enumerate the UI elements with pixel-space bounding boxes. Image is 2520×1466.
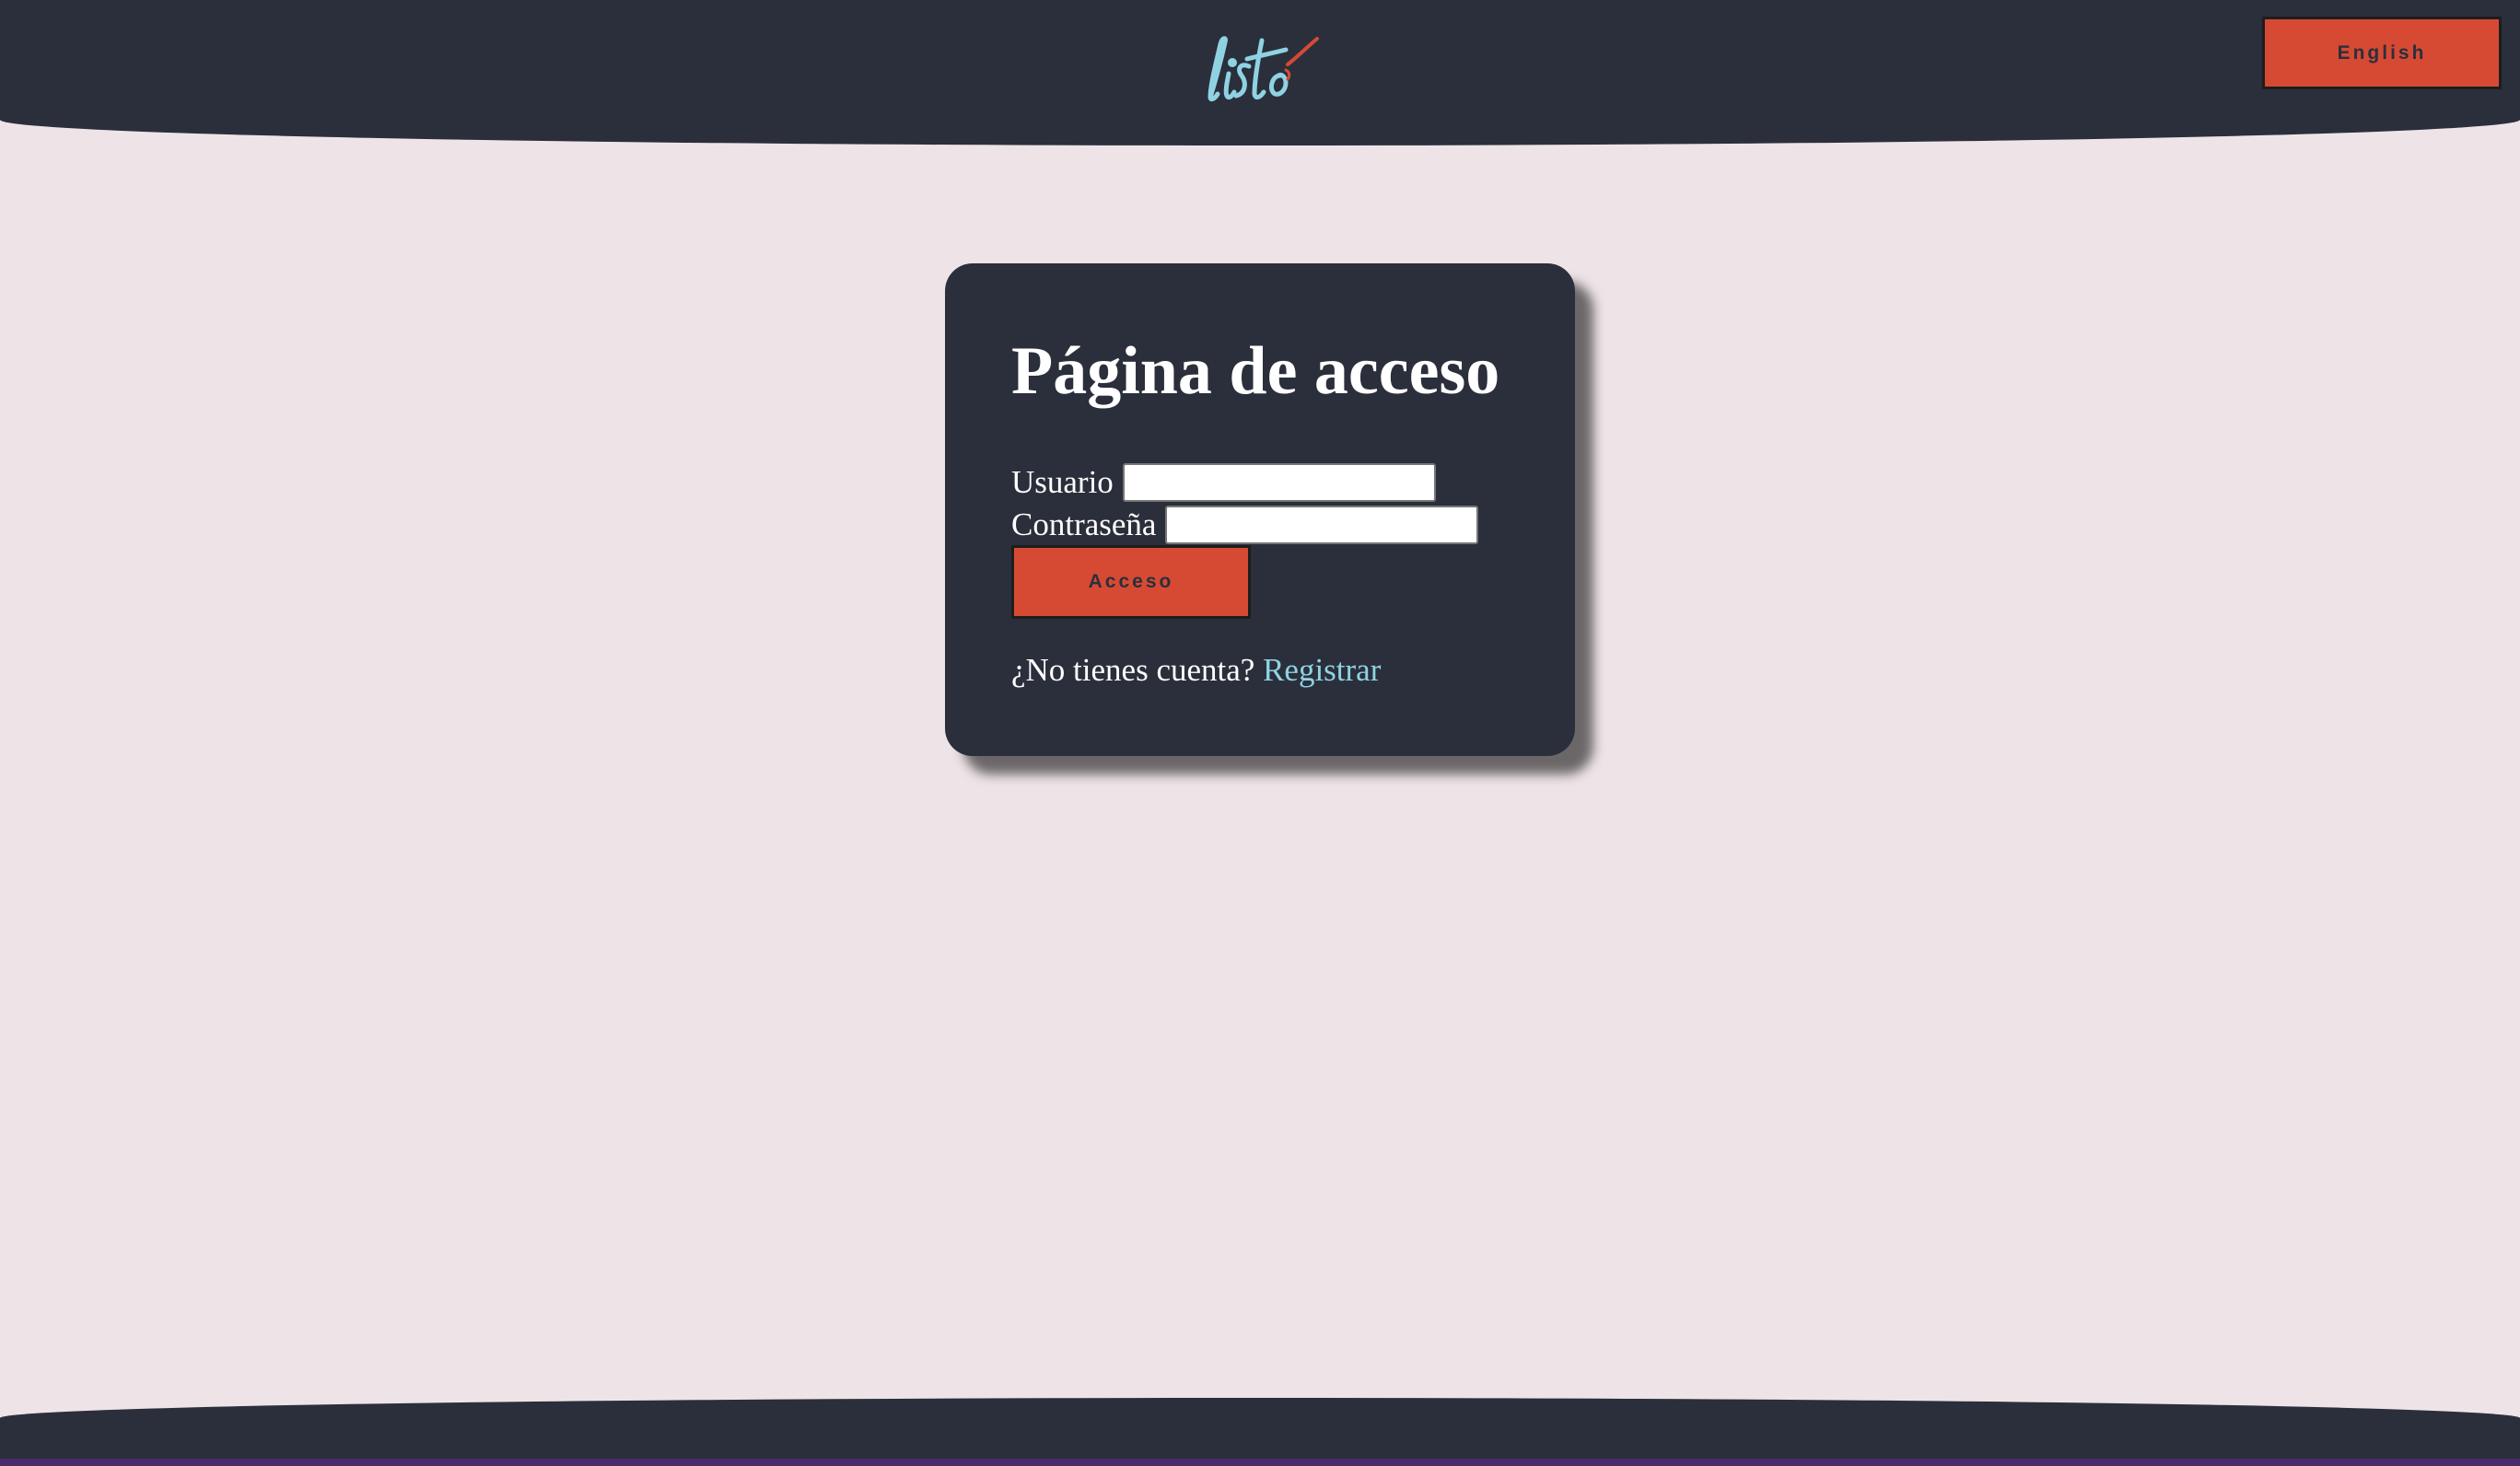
username-label: Usuario bbox=[1011, 464, 1114, 500]
username-row: Usuario bbox=[1011, 462, 1436, 503]
page-title: Página de acceso bbox=[1011, 333, 1500, 409]
no-account-text: ¿No tienes cuenta? bbox=[1011, 652, 1255, 688]
password-input[interactable] bbox=[1165, 506, 1479, 544]
password-label: Contraseña bbox=[1011, 506, 1157, 542]
top-header: English bbox=[0, 0, 2520, 145]
bottom-footer bbox=[0, 1398, 2520, 1466]
login-card: Página de acceso Usuario Contraseña Acce… bbox=[945, 263, 1575, 756]
login-submit-button[interactable]: Acceso bbox=[1011, 545, 1251, 619]
register-prompt: ¿No tienes cuenta? Registrar bbox=[1011, 650, 1381, 691]
register-link[interactable]: Registrar bbox=[1263, 652, 1381, 688]
listo-logo[interactable] bbox=[1197, 28, 1326, 111]
footer-strip bbox=[0, 1459, 2520, 1466]
login-page: English Página de acceso Usuario Contras… bbox=[0, 0, 2520, 1466]
password-row: Contraseña bbox=[1011, 505, 1479, 545]
language-toggle-button[interactable]: English bbox=[2262, 17, 2502, 89]
username-input[interactable] bbox=[1122, 463, 1436, 502]
